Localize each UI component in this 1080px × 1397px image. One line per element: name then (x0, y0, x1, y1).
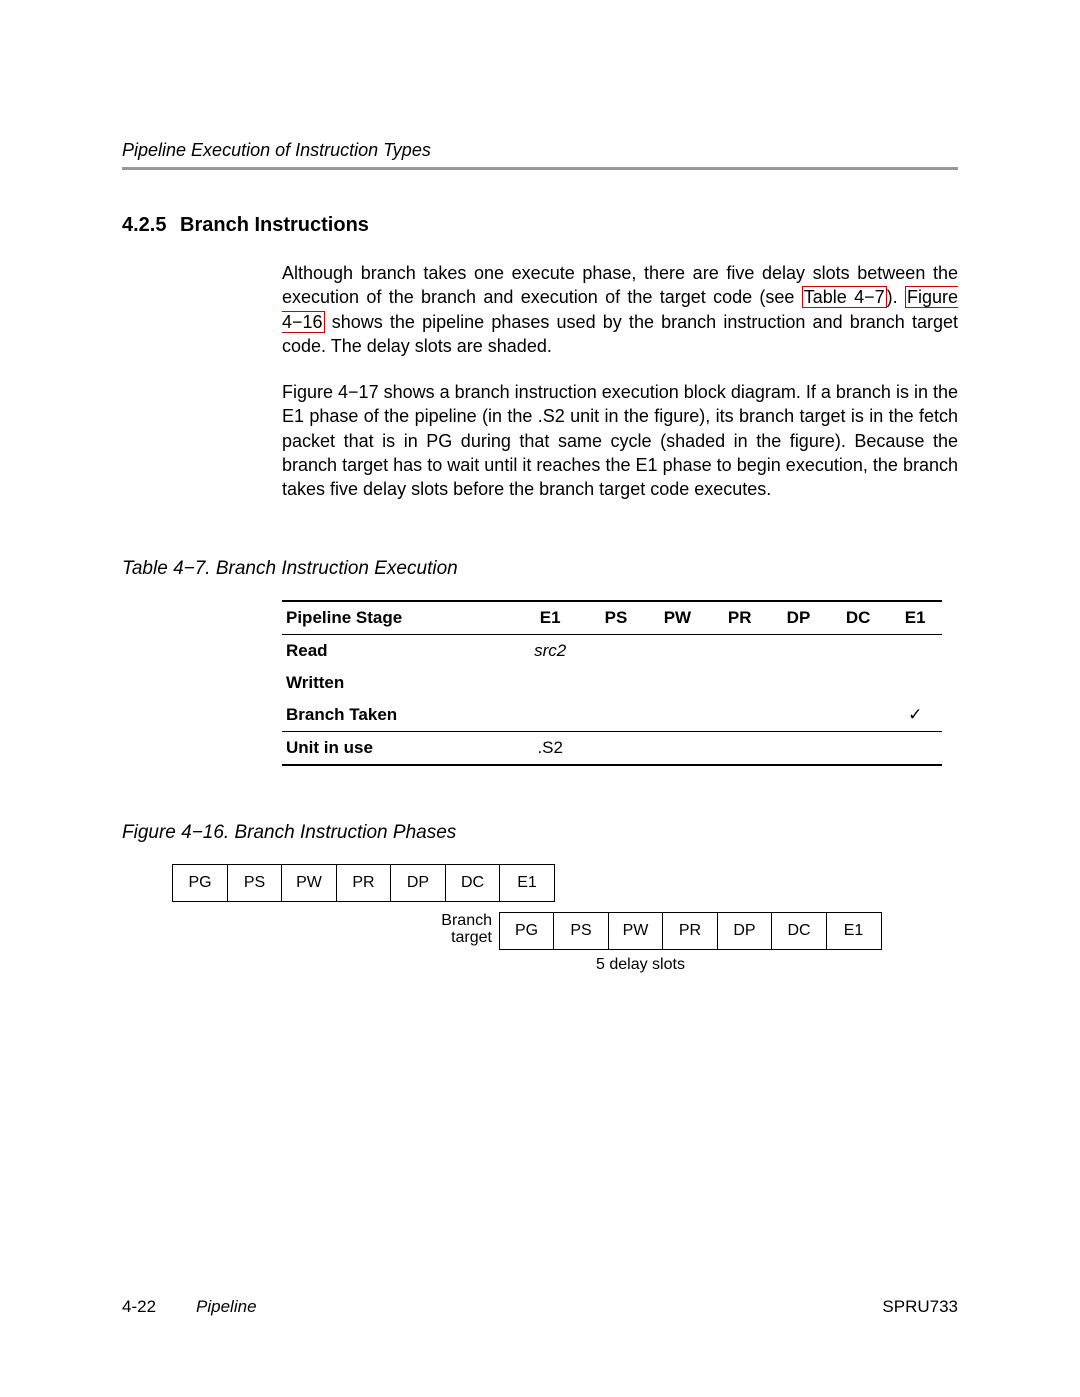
cell (769, 634, 828, 667)
cell (587, 731, 644, 765)
col-header: Pipeline Stage (282, 601, 513, 635)
cell (710, 634, 769, 667)
cell (828, 634, 889, 667)
pipe-stage: PS (553, 912, 609, 950)
col-header: DP (769, 601, 828, 635)
col-header: PR (710, 601, 769, 635)
pipe-stage: E1 (826, 912, 882, 950)
table-row: Read src2 (282, 634, 942, 667)
branch-phases-figure: PG PS PW PR DP DC E1 Branch target PG PS… (172, 864, 958, 1004)
cell (828, 731, 889, 765)
cell (828, 667, 889, 699)
row-label: Unit in use (282, 731, 513, 765)
cell (645, 667, 711, 699)
cell (587, 699, 644, 732)
pipe-stage: DP (717, 912, 773, 950)
pipe-stage: PR (336, 864, 392, 902)
cell (513, 699, 588, 732)
row-label: Read (282, 634, 513, 667)
cell (710, 731, 769, 765)
pipe-stage: E1 (499, 864, 555, 902)
pipe-stage: DP (390, 864, 446, 902)
cell (710, 667, 769, 699)
table-row: Unit in use .S2 (282, 731, 942, 765)
table-caption: Table 4−7. Branch Instruction Execution (122, 558, 958, 580)
cell (888, 634, 942, 667)
pipe-stage: PG (172, 864, 228, 902)
pipe-stage: PW (281, 864, 337, 902)
cell (587, 667, 644, 699)
col-header: PS (587, 601, 644, 635)
col-header: E1 (888, 601, 942, 635)
pipe-stage: DC (445, 864, 501, 902)
pipe-stage: DC (771, 912, 827, 950)
page-number: 4-22 (122, 1297, 156, 1317)
doc-number: SPRU733 (882, 1297, 958, 1317)
cell: .S2 (513, 731, 588, 765)
table-header-row: Pipeline Stage E1 PS PW PR DP DC E1 (282, 601, 942, 635)
cell (513, 667, 588, 699)
cell (769, 699, 828, 732)
cell (645, 699, 711, 732)
cell (888, 667, 942, 699)
section-title: Branch Instructions (180, 214, 369, 236)
running-head: Pipeline Execution of Instruction Types (122, 140, 958, 161)
pipeline-row-branch: PG PS PW PR DP DC E1 (172, 864, 555, 902)
cell (587, 634, 644, 667)
paragraph-1: Although branch takes one execute phase,… (282, 261, 958, 358)
row-label: Branch Taken (282, 699, 513, 732)
cell (769, 731, 828, 765)
section-heading: 4.2.5Branch Instructions (122, 214, 958, 237)
row-label: Written (282, 667, 513, 699)
pipe-stage: PR (662, 912, 718, 950)
chapter-name: Pipeline (196, 1297, 257, 1317)
cell: src2 (513, 634, 588, 667)
cell (710, 699, 769, 732)
page: Pipeline Execution of Instruction Types … (0, 0, 1080, 1397)
cell (645, 731, 711, 765)
table-row: Branch Taken ✓ (282, 699, 942, 732)
branch-target-label: Branch target (436, 912, 500, 948)
col-header: PW (645, 601, 711, 635)
cell (888, 731, 942, 765)
page-footer: 4-22 Pipeline SPRU733 (122, 1297, 958, 1317)
paragraph-2: Figure 4−17 shows a branch instruction e… (282, 380, 958, 501)
delay-slots-label: 5 delay slots (596, 956, 685, 974)
head-rule (122, 167, 958, 170)
text: shows the pipeline phases used by the br… (282, 312, 958, 356)
col-header: E1 (513, 601, 588, 635)
cell (828, 699, 889, 732)
pipeline-row-target: Branch target PG PS PW PR DP DC E1 (436, 912, 882, 950)
table-row: Written (282, 667, 942, 699)
cell (645, 634, 711, 667)
cell (769, 667, 828, 699)
pipe-stage: PS (227, 864, 283, 902)
xref-table-4-7[interactable]: Table 4−7 (802, 286, 887, 308)
section-number: 4.2.5 (122, 214, 180, 237)
checkmark-icon: ✓ (888, 699, 942, 732)
col-header: DC (828, 601, 889, 635)
branch-instruction-table: Pipeline Stage E1 PS PW PR DP DC E1 Read… (282, 600, 942, 766)
pipe-stage: PW (608, 912, 664, 950)
text: ). (887, 287, 905, 307)
pipe-stage: PG (499, 912, 555, 950)
figure-caption: Figure 4−16. Branch Instruction Phases (122, 822, 958, 844)
